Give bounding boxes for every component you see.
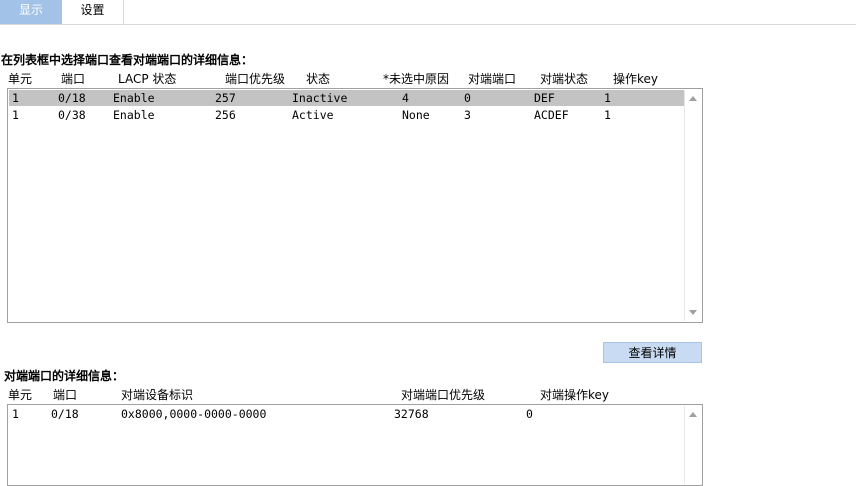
cell-device-id: 0x8000,0000-0000-0000 (121, 407, 267, 421)
cell-reason: None (402, 108, 430, 122)
cell-port: 0/18 (51, 407, 79, 421)
header-operation-key: 操作key (613, 72, 659, 86)
header-status: 状态 (306, 72, 331, 86)
cell-peer-state: ACDEF (534, 108, 569, 122)
port-list-scrollbar[interactable] (684, 90, 701, 321)
header-peer-device-id: 对端设备标识 (121, 388, 194, 402)
header-peer-state: 对端状态 (540, 72, 589, 86)
cell-unit: 1 (12, 108, 19, 122)
header-lacp-status: LACP 状态 (118, 72, 177, 86)
header-peer-port-priority: 对端端口优先级 (401, 388, 486, 402)
header-port: 端口 (53, 388, 78, 402)
section2-title: 对端端口的详细信息： (4, 369, 125, 383)
list-item[interactable]: 1 0/18 0x8000,0000-0000-0000 32768 0 (9, 406, 685, 422)
cell-status: Inactive (292, 91, 348, 105)
header-port: 端口 (61, 72, 86, 86)
cell-op-key: 0 (526, 407, 533, 421)
tab-settings[interactable]: 设置 (62, 0, 124, 24)
cell-key: 1 (604, 91, 611, 105)
peer-detail-scrollbar[interactable] (684, 406, 701, 484)
tab-bar: 显示 设置 (0, 0, 856, 25)
header-unselected-reason: *未选中原因 (383, 72, 450, 86)
header-peer-port: 对端端口 (468, 72, 517, 86)
list-item[interactable]: 1 0/38 Enable 256 Active None 3 ACDEF 1 (9, 107, 685, 123)
cell-port: 0/18 (58, 91, 86, 105)
header-unit: 单元 (8, 388, 33, 402)
cell-priority: 257 (215, 91, 236, 105)
view-details-button[interactable]: 查看详情 (603, 342, 702, 363)
cell-unit: 1 (12, 91, 19, 105)
cell-unit: 1 (12, 407, 19, 421)
cell-key: 1 (604, 108, 611, 122)
scroll-up-icon[interactable] (689, 96, 697, 101)
header-peer-operation-key: 对端操作key (540, 388, 610, 402)
cell-priority: 256 (215, 108, 236, 122)
cell-lacp: Enable (113, 91, 155, 105)
cell-port: 0/38 (58, 108, 86, 122)
header-port-priority: 端口优先级 (225, 72, 286, 86)
section1-title: 在列表框中选择端口查看对端端口的详细信息： (1, 53, 254, 67)
cell-peer-state: DEF (534, 91, 555, 105)
list-item[interactable]: 1 0/18 Enable 257 Inactive 4 0 DEF 1 (9, 90, 685, 106)
cell-status: Active (292, 108, 334, 122)
cell-peer-port: 0 (464, 91, 471, 105)
port-list[interactable]: 1 0/18 Enable 257 Inactive 4 0 DEF 1 1 0… (7, 88, 703, 323)
peer-detail-list[interactable]: 1 0/18 0x8000,0000-0000-0000 32768 0 (7, 404, 703, 486)
cell-reason: 4 (402, 91, 409, 105)
cell-peer-port: 3 (464, 108, 471, 122)
scroll-down-icon[interactable] (689, 310, 697, 315)
tab-display[interactable]: 显示 (0, 0, 62, 24)
header-unit: 单元 (8, 72, 33, 86)
cell-lacp: Enable (113, 108, 155, 122)
cell-port-priority: 32768 (394, 407, 429, 421)
scroll-up-icon[interactable] (689, 412, 697, 417)
